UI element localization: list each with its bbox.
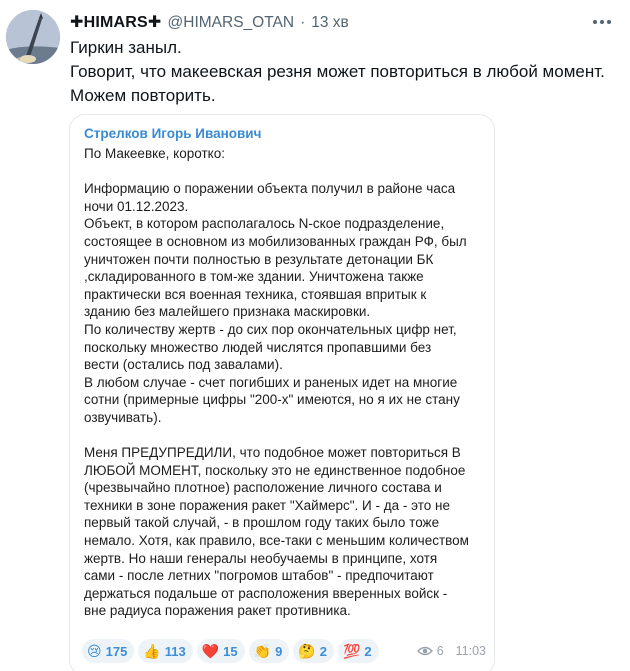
reaction-emoji-icon: 👏 xyxy=(253,643,272,659)
post-time: 11:03 xyxy=(455,644,486,658)
display-name[interactable]: ✚HIMARS✚ xyxy=(70,12,162,32)
reaction-emoji-icon: ❤️ xyxy=(201,643,220,659)
reaction-count: 9 xyxy=(275,643,283,659)
more-dot-icon xyxy=(593,20,597,24)
reaction-chip[interactable]: 🤔 2 xyxy=(293,639,334,663)
post-body-line: сотни (примерные цифры "200-х" имеются, … xyxy=(84,392,460,408)
reaction-emoji-icon: 👍 xyxy=(143,643,161,659)
post-meta: 6 11:03 xyxy=(416,644,486,658)
post-body-line xyxy=(84,163,482,181)
reaction-count: 15 xyxy=(223,643,238,659)
tweet-time[interactable]: 13 хв xyxy=(311,14,349,32)
tweet-header: ✚HIMARS✚ @HIMARS_OTAN · 13 хв xyxy=(70,12,349,32)
post-body-line: (чрезвычайно плотное) расположение лично… xyxy=(84,480,442,496)
reaction-chip[interactable]: 😢 175 xyxy=(82,639,135,663)
post-body-line: немало. Хотя, как правило, все-таки с ме… xyxy=(84,533,469,549)
post-body-line: первый такой случай, - в прошлом году та… xyxy=(84,515,440,531)
tweet-text-line: Говорит, что макеевская резня может повт… xyxy=(70,62,605,81)
post-body-line: ЛЮБОЙ МОМЕНТ, поскольку это не единствен… xyxy=(84,462,466,478)
post-footer: 😢 175 👍 113 ❤️ 15 👏 9 🤔 2 💯 2 6 11:03 xyxy=(82,639,486,663)
reaction-chip[interactable]: 💯 2 xyxy=(337,639,379,663)
post-body-line: Объект, в котором располагалось N-ское п… xyxy=(84,216,445,232)
reaction-chip[interactable]: ❤️ 15 xyxy=(196,639,245,663)
post-body-line: уничтожен почти полностью в результате д… xyxy=(84,251,434,267)
separator-dot: · xyxy=(300,14,306,31)
post-body-line: В любом случае - счет погибших и раненых… xyxy=(84,374,458,390)
rocket-launch-icon xyxy=(6,10,60,64)
post-body-line: держаться подальше от расположения ввере… xyxy=(84,585,448,601)
post-body-line: Меня ПРЕДУПРЕДИЛИ, что подобное может по… xyxy=(84,445,461,461)
avatar[interactable] xyxy=(6,10,60,64)
reaction-emoji-icon: 😢 xyxy=(87,643,102,659)
reaction-count: 113 xyxy=(164,643,186,659)
reaction-chip[interactable]: 👏 9 xyxy=(248,639,290,663)
post-body-line: ,складированного в том-же здании. Уничто… xyxy=(84,269,424,285)
eye-icon xyxy=(416,646,433,656)
post-body-line: По Макеевке, коротко: xyxy=(84,146,225,161)
post-body-line: вне радиуса поражения ракет противника. xyxy=(84,603,351,619)
more-dot-icon xyxy=(607,20,611,24)
post-body-line: практически вся военная техника, стоявша… xyxy=(84,286,427,302)
view-count: 6 xyxy=(436,644,444,658)
more-options-button[interactable] xyxy=(588,12,616,32)
post-body-line: По количеству жертв - до сих пор окончат… xyxy=(84,321,457,337)
post-body-line: состоящее в основном из мобилизованных г… xyxy=(84,233,467,249)
reaction-count: 2 xyxy=(364,643,372,659)
post-body-line: зданию без малейшего признака маскировки… xyxy=(84,304,371,320)
tweet-text-line: Можем повторить. xyxy=(70,86,216,105)
post-body-line: Информацию о поражении объекта получил в… xyxy=(84,181,456,197)
reaction-count: 2 xyxy=(319,643,327,659)
reactions-bar: 😢 175 👍 113 ❤️ 15 👏 9 🤔 2 💯 2 xyxy=(82,639,379,663)
tweet-text-line: Гиркин заныл. xyxy=(70,38,182,57)
post-body: По Макеевке, коротко: Информацию о пораже… xyxy=(84,145,482,620)
reaction-chip[interactable]: 👍 113 xyxy=(138,639,193,663)
post-body-line: техники в зоне поражения ракет "Хаймерс"… xyxy=(84,497,450,513)
more-dot-icon xyxy=(600,20,604,24)
reaction-emoji-icon: 🤔 xyxy=(298,643,316,659)
reaction-emoji-icon: 💯 xyxy=(342,643,361,659)
post-body-line: жертв. Но наши генералы необучаемы в при… xyxy=(84,550,438,566)
reaction-count: 175 xyxy=(105,643,128,659)
embedded-telegram-post[interactable]: Стрелков Игорь Иванович По Макеевке, кор… xyxy=(69,114,495,671)
post-body-line: сами - после летних "погромов штабов" - … xyxy=(84,568,434,584)
tweet: ✚HIMARS✚ @HIMARS_OTAN · 13 хв Гиркин зан… xyxy=(0,0,630,671)
post-body-line: поскольку множество людей числятся пропа… xyxy=(84,339,432,355)
post-body-line: озвучивать). xyxy=(84,409,162,425)
post-body-line: ночи 01.12.2023. xyxy=(84,198,189,214)
user-handle[interactable]: @HIMARS_OTAN xyxy=(168,14,295,32)
post-author: Стрелков Игорь Иванович xyxy=(84,126,262,141)
tweet-text: Гиркин заныл. Говорит, что макеевская ре… xyxy=(70,36,620,108)
post-body-line xyxy=(84,427,482,445)
post-body-line: вести (остались под завалами). xyxy=(84,357,283,373)
